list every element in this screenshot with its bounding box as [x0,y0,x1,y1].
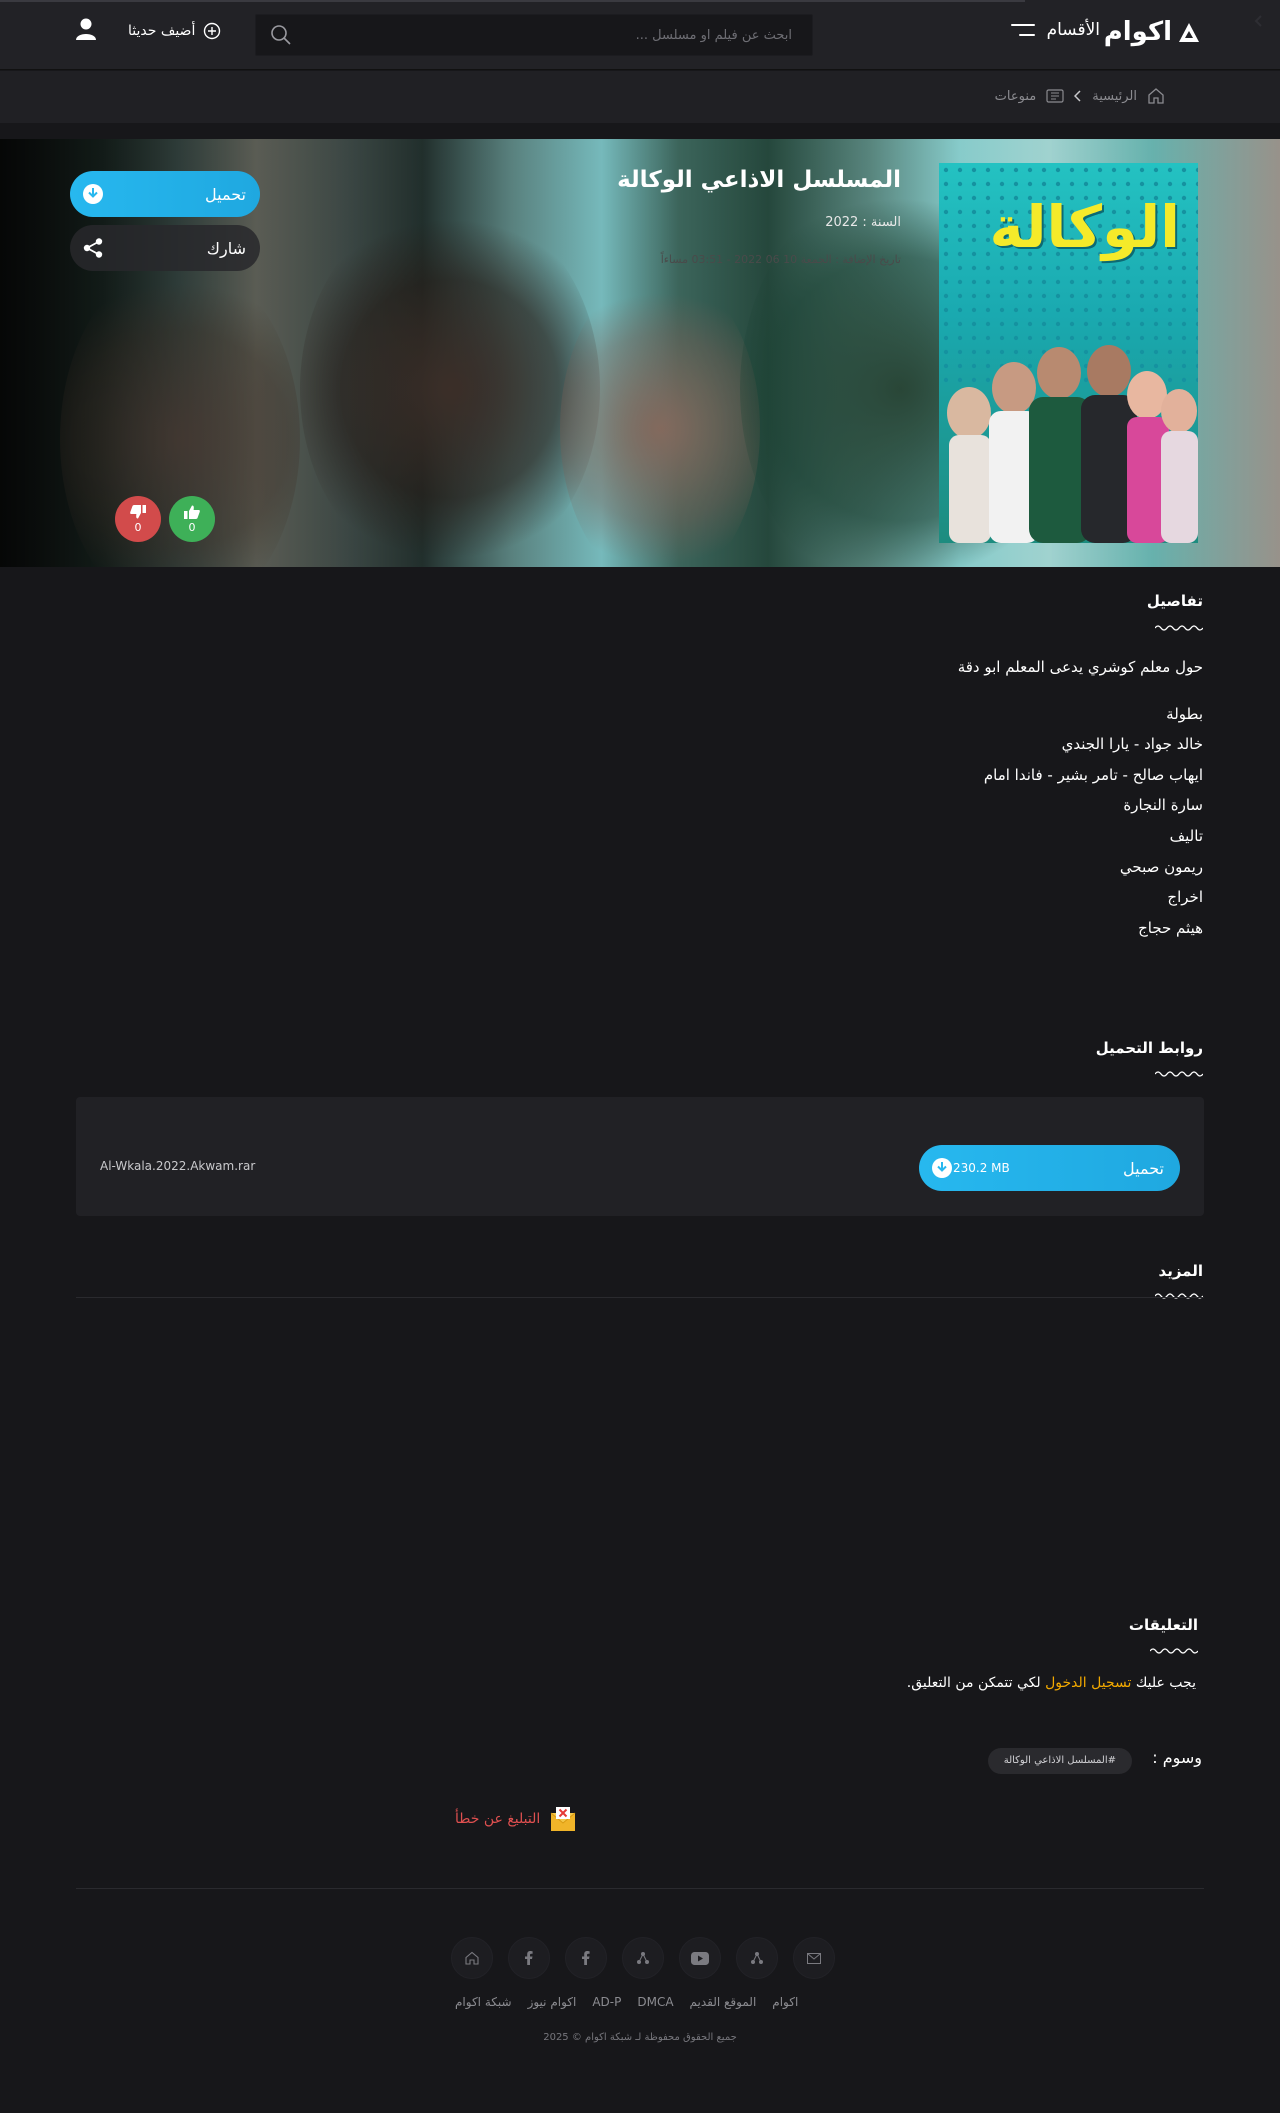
tags-label: وسوم : [1152,1748,1202,1767]
hero-section: الوكالة المسلسل الاذاعي الوكالة السنة : … [0,139,1280,567]
details-heading: تفاصيل [1146,592,1203,610]
email-icon[interactable] [793,1937,835,1979]
search-icon[interactable] [270,24,292,46]
poster-title-text: الوكالة [989,193,1180,261]
footer-link[interactable]: شبكة اكوام [455,1995,512,2009]
wavy-underline-icon [1155,1071,1203,1077]
user-icon[interactable] [76,18,96,40]
site-header: اكوام الأقسام أضيف حديثا [0,0,1280,70]
footer-link[interactable]: DMCA [637,1995,673,2009]
thumbs-up-icon [184,505,200,519]
share-button-label: شارك [206,238,246,258]
home-icon[interactable] [451,1937,493,1979]
footer-link[interactable]: الموقع القديم [690,1995,757,2009]
footer-link[interactable]: AD-P [592,1995,621,2009]
youtube-icon[interactable] [679,1937,721,1979]
copyright-text: جميع الحقوق محفوظة لـ شبكة اكوام © 2025 [543,2032,737,2043]
details-line: سارة النجارة [1123,796,1203,814]
comments-heading: التعليقات [1128,1616,1198,1634]
chevron-left-icon[interactable] [1252,14,1266,28]
comment-notice-after: لكي تتمكن من التعليق. [906,1675,1041,1691]
plus-circle-icon [204,22,221,40]
report-error-link[interactable]: التبليغ عن خطأ [455,1806,576,1832]
download-button[interactable]: تحميل [70,171,260,217]
added-date: تاريخ الإضافة : الجمعة 10 06 2022 - 03:5… [660,253,901,266]
wavy-underline-icon [1155,625,1203,631]
share-button[interactable]: شارك [70,225,260,271]
footer-divider [76,1888,1204,1889]
breadcrumb-bar: الرئيسية منوعات [0,71,1280,123]
details-line: بطولة [1166,705,1203,723]
share-icon [83,238,103,258]
footer-link[interactable]: اكوام نيوز [528,1995,577,2009]
chevron-left-icon [1074,90,1081,102]
file-name: Al-Wkala.2022.Akwam.rar [100,1159,256,1173]
details-line: هيثم حجاج [1138,919,1203,937]
breadcrumb: الرئيسية منوعات [995,87,1165,105]
login-link[interactable]: تسجيل الدخول [1045,1675,1131,1691]
details-line: تاليف [1169,827,1203,845]
poster-image: الوكالة [939,163,1198,543]
details-line: ايهاب صالح - تامر بشير - فاندا امام [983,766,1203,784]
comment-login-notice: يجب عليك تسجيل الدخول لكي تتمكن من التعل… [907,1675,1196,1691]
dislike-count: 0 [134,520,142,534]
wavy-underline-icon [1150,1648,1198,1654]
report-error-label: التبليغ عن خطأ [455,1811,541,1827]
wavy-underline-icon [1155,1293,1203,1299]
download-link-label: تحميل [1123,1158,1164,1178]
download-icon [83,184,103,204]
logo-mark-icon [1179,23,1199,42]
thumbs-down-icon [130,504,146,518]
hamburger-icon [1010,22,1035,38]
envelope-error-icon [550,1807,576,1831]
download-icon [932,1158,952,1178]
search-input[interactable] [256,15,812,55]
added-recently-label: أضيف حديثا [128,23,196,39]
details-line: خالد جواد - يارا الجندي [1061,735,1203,753]
facebook-icon[interactable] [565,1937,607,1979]
download-link-card: تحميل 230.2 MB Al-Wkala.2022.Akwam.rar [76,1097,1204,1216]
categories-menu-label: الأقسام [1046,20,1100,40]
like-count: 0 [188,520,196,534]
download-links-heading: روابط التحميل [1095,1039,1203,1057]
logo-text: اكوام [1103,17,1172,47]
file-size: 230.2 MB [953,1161,1010,1175]
site-logo[interactable]: اكوام [1104,17,1202,47]
more-heading: المزيد [1158,1262,1203,1280]
download-size-group: 230.2 MB [931,1157,1018,1179]
dislike-button[interactable]: 0 [115,496,161,542]
categories-menu-button[interactable]: الأقسام [1010,20,1100,40]
breadcrumb-home[interactable]: الرئيسية [1092,89,1137,104]
download-link-button[interactable]: تحميل 230.2 MB [919,1145,1180,1191]
tag-chip[interactable]: #المسلسل الاذاعي الوكالة [987,1748,1132,1774]
comment-notice-before: يجب عليك [1135,1675,1196,1691]
details-line: ريمون صبحي [1119,858,1203,876]
breadcrumb-category[interactable]: منوعات [995,89,1037,104]
home-icon[interactable] [1147,87,1165,105]
details-description: حول معلم كوشري يدعى المعلم ابو دقة [957,658,1203,676]
network-icon[interactable] [622,1937,664,1979]
social-links [451,1937,835,1979]
added-recently-link[interactable]: أضيف حديثا [128,22,221,40]
details-line: اخراج [1167,888,1203,906]
download-button-label: تحميل [205,184,246,204]
facebook-icon[interactable] [508,1937,550,1979]
release-year: السنة : 2022 [825,215,901,230]
header-top-line [0,0,1025,2]
footer-link[interactable]: اكوام [772,1995,798,2009]
search-box [255,14,813,56]
section-divider [76,1297,1204,1298]
network-icon[interactable] [736,1937,778,1979]
like-button[interactable]: 0 [169,496,215,542]
footer-links: اكوام الموقع القديم DMCA AD-P اكوام نيوز… [455,1995,798,2009]
category-icon [1046,89,1064,103]
page-title: المسلسل الاذاعي الوكالة [617,167,901,193]
